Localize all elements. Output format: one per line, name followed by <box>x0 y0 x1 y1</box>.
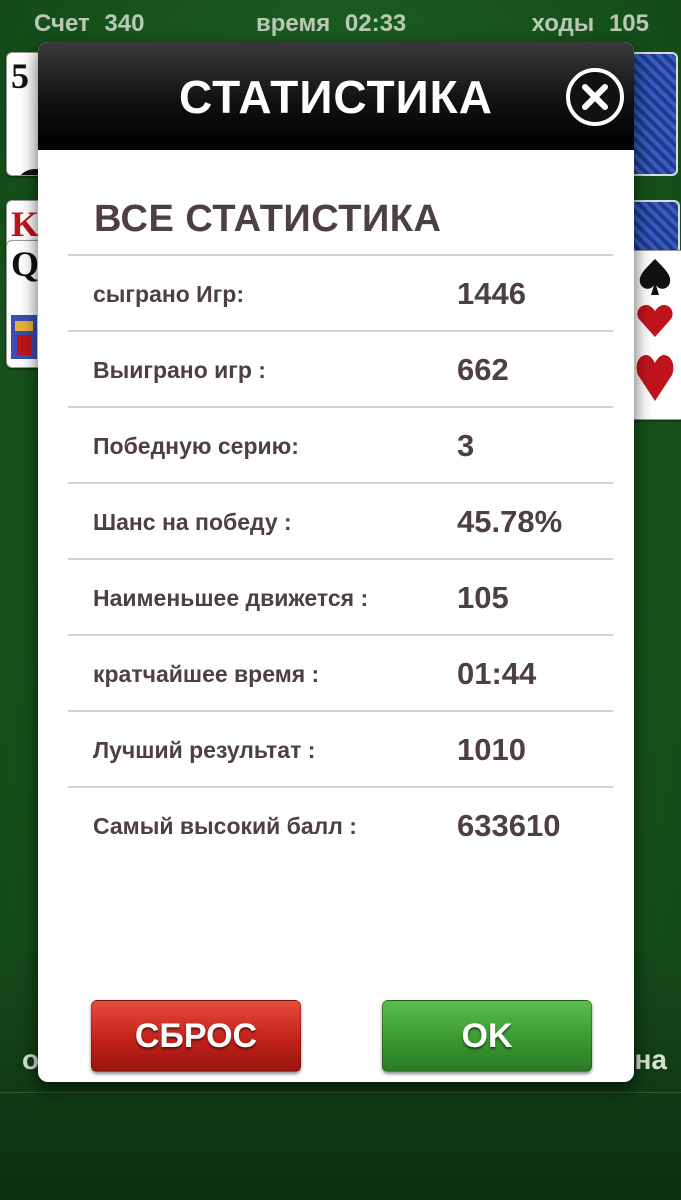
dialog-body: ВСЕ СТАТИСТИКА сыграно Игр: 1446 Выигран… <box>38 150 634 1082</box>
stat-value: 633610 <box>457 808 561 843</box>
stat-row-fewest-moves: Наименьшее движется : 105 <box>68 560 613 636</box>
card-rank: Q <box>11 244 40 284</box>
stat-row-shortest-time: кратчайшее время : 01:44 <box>68 636 613 712</box>
time-label: время <box>256 10 331 37</box>
stat-row-games-won: Выиграно игр : 662 <box>68 332 613 408</box>
ok-button[interactable]: OK <box>382 1000 592 1072</box>
heart-icon <box>636 355 674 401</box>
spade-icon <box>639 259 671 295</box>
toolbar-right-label: на <box>634 1044 667 1075</box>
card-rank: 5 <box>11 56 29 96</box>
stat-label: Шанс на победу : <box>93 509 292 535</box>
face-card-art-icon <box>11 315 37 359</box>
statistics-dialog: СТАТИСТИКА ВСЕ СТАТИСТИКА сыграно Игр: 1… <box>38 42 634 1082</box>
card-rank: K <box>11 204 40 244</box>
stat-row-win-streak: Победную серию: 3 <box>68 408 613 484</box>
moves-display: ходы 105 <box>531 10 649 38</box>
score-label: Счет <box>34 10 90 37</box>
stat-row-best-result: Лучший результат : 1010 <box>68 712 613 788</box>
stat-label: Выиграно игр : <box>93 357 266 383</box>
stat-value: 01:44 <box>457 656 537 691</box>
moves-value: 105 <box>608 10 649 37</box>
time-display: время 02:33 <box>256 10 406 38</box>
close-icon <box>582 84 608 110</box>
dialog-title: СТАТИСТИКА <box>179 71 493 123</box>
stat-value: 3 <box>457 428 475 463</box>
stat-value: 105 <box>457 580 509 615</box>
stat-value: 45.78% <box>457 504 563 539</box>
stat-row-games-played: сыграно Игр: 1446 <box>68 256 613 332</box>
stat-row-highest-score: Самый высокий балл : 633610 <box>68 788 613 862</box>
toolbar-divider <box>0 1092 681 1093</box>
stat-label: Наименьшее движется : <box>93 585 369 611</box>
heart-icon <box>637 305 673 337</box>
stat-label: сыграно Игр: <box>93 281 245 307</box>
stat-label: Победную серию: <box>93 433 299 459</box>
score-value: 340 <box>104 10 145 37</box>
section-title: ВСЕ СТАТИСТИКА <box>94 198 442 240</box>
stat-value: 1446 <box>457 276 526 311</box>
reset-button[interactable]: СБРОС <box>91 1000 301 1072</box>
moves-label: ходы <box>531 10 595 37</box>
stat-label: кратчайшее время : <box>93 661 320 687</box>
stat-value: 662 <box>457 352 509 387</box>
stat-value: 1010 <box>457 732 526 767</box>
score-display: Счет 340 <box>34 10 144 38</box>
dialog-header: СТАТИСТИКА <box>38 42 634 150</box>
stat-row-win-chance: Шанс на победу : 45.78% <box>68 484 613 560</box>
close-button[interactable] <box>566 68 624 126</box>
status-bar: Счет 340 время 02:33 ходы 105 <box>0 0 681 48</box>
toolbar-left-label: о <box>22 1044 40 1075</box>
time-value: 02:33 <box>344 10 407 37</box>
stat-label: Самый высокий балл : <box>93 813 357 839</box>
stats-list: сыграно Игр: 1446 Выиграно игр : 662 Поб… <box>68 254 613 862</box>
stat-label: Лучший результат : <box>93 737 316 763</box>
